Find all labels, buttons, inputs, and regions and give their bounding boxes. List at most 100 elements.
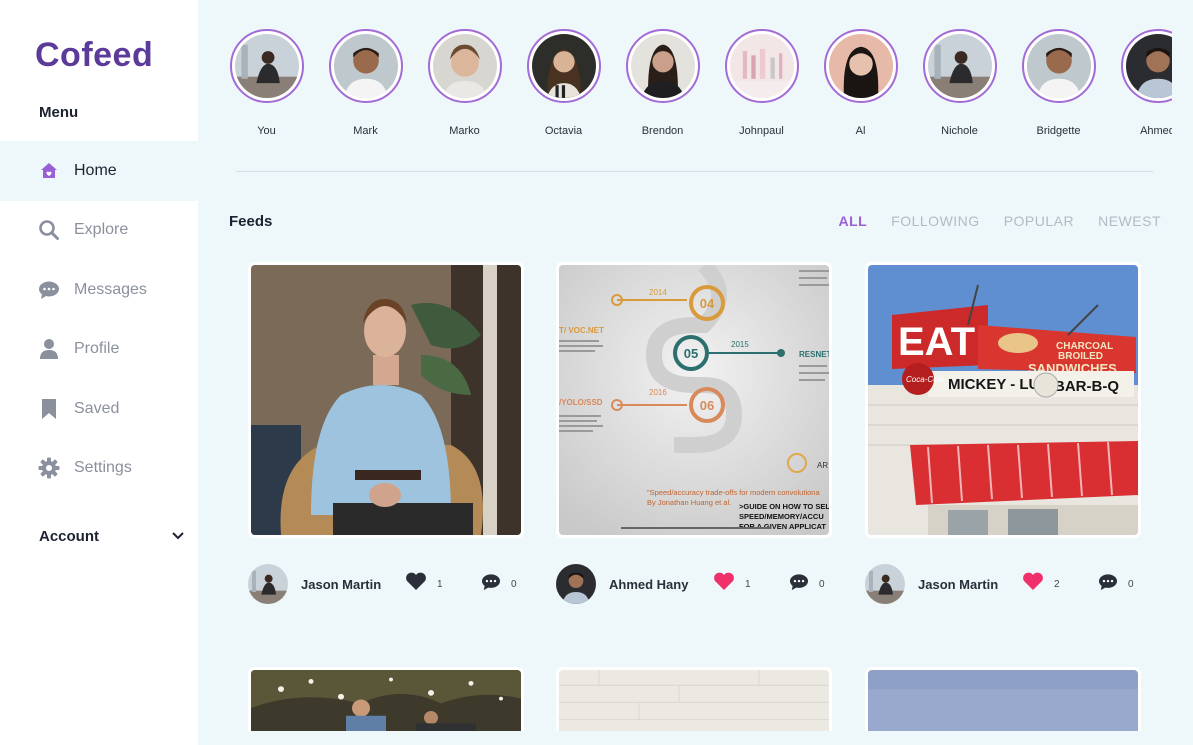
story-item[interactable]: Al	[811, 29, 910, 137]
story-item[interactable]: You	[227, 29, 316, 137]
story-name: Johnpaul	[739, 125, 784, 137]
chat-bubble-icon	[481, 573, 501, 596]
post-card: EAT CHARCOAL BROILED SANDWICHES Coca-Col…	[865, 262, 1141, 538]
post-card	[556, 667, 832, 731]
story-avatar	[234, 34, 299, 98]
step-number: 06	[700, 398, 714, 413]
sidebar-item-label: Home	[74, 161, 117, 179]
author-avatar[interactable]	[556, 564, 596, 604]
sidebar-item-home[interactable]: Home	[0, 141, 198, 201]
story-item[interactable]: Bridgette	[1009, 29, 1108, 137]
post-card	[248, 262, 524, 538]
author-name[interactable]: Jason Martin	[301, 577, 391, 592]
gear-icon	[38, 457, 60, 479]
like-button[interactable]: 1	[713, 572, 775, 596]
chat-bubble-icon	[789, 573, 809, 596]
story-item[interactable]: Octavia	[514, 29, 613, 137]
account-label: Account	[39, 527, 99, 545]
author-name[interactable]: Jason Martin	[918, 577, 1008, 592]
comment-button[interactable]: 0	[1098, 573, 1134, 596]
paper-title: "Speed/accuracy trade-offs for modern co…	[647, 488, 820, 497]
story-ring	[724, 29, 799, 103]
stories-bar: You Mark Marko Octavia Brendon Johnpaul	[227, 29, 1172, 149]
bookmark-icon	[38, 398, 60, 420]
paper-author: By Jonathan Huang et al.	[647, 498, 731, 507]
sidebar-item-label: Profile	[74, 340, 120, 358]
like-button[interactable]: 2	[1022, 572, 1084, 596]
story-item[interactable]: Nichole	[910, 29, 1009, 137]
post-card	[248, 667, 524, 731]
sidebar-item-label: Settings	[74, 459, 132, 477]
story-avatar	[531, 34, 596, 98]
heart-icon	[405, 572, 427, 596]
app-logo[interactable]: Cofeed	[35, 36, 153, 75]
post-meta: Jason Martin 1 0	[248, 564, 528, 604]
post-image[interactable]: 04 2014 05 2015 RESNET 06 2016 T/ VOC.NE…	[559, 265, 829, 535]
story-item[interactable]: Marko	[415, 29, 514, 137]
heart-icon	[713, 572, 735, 596]
story-ring	[922, 29, 997, 103]
comment-count: 0	[1128, 578, 1134, 590]
story-ring	[427, 29, 502, 103]
infographic-label: T/ VOC.NET	[559, 326, 604, 335]
like-count: 2	[1054, 578, 1060, 590]
like-button[interactable]: 1	[405, 572, 467, 596]
chevron-down-icon	[172, 527, 184, 545]
story-name: Octavia	[544, 125, 583, 137]
year-label: 2016	[649, 388, 667, 397]
story-item[interactable]: Ahmed	[1108, 29, 1172, 137]
sidebar-item-saved[interactable]: Saved	[0, 379, 198, 439]
comment-count: 0	[819, 578, 825, 590]
story-name: Brendon	[641, 125, 684, 137]
filter-following[interactable]: FOLLOWING	[891, 213, 980, 229]
sign-eat: EAT	[898, 320, 975, 364]
filter-newest[interactable]: NEWEST	[1098, 213, 1161, 229]
home-icon	[38, 160, 60, 182]
author-avatar[interactable]	[248, 564, 288, 604]
feeds-title: Feeds	[229, 213, 273, 230]
filter-all[interactable]: ALL	[838, 213, 867, 229]
stories-divider	[236, 171, 1153, 172]
post-image[interactable]: EAT CHARCOAL BROILED SANDWICHES Coca-Col…	[868, 265, 1138, 535]
story-ring	[229, 29, 304, 103]
heart-icon	[1022, 572, 1044, 596]
post-card: 04 2014 05 2015 RESNET 06 2016 T/ VOC.NE…	[556, 262, 832, 538]
story-ring	[1021, 29, 1096, 103]
sidebar-item-settings[interactable]: Settings	[0, 439, 198, 499]
story-avatar	[333, 34, 398, 98]
year-label: 2014	[649, 288, 667, 297]
user-icon	[38, 338, 60, 360]
comment-button[interactable]: 0	[481, 573, 517, 596]
comment-button[interactable]: 0	[789, 573, 825, 596]
story-avatar	[1026, 34, 1091, 98]
sidebar-item-label: Messages	[74, 280, 147, 298]
story-item[interactable]: Johnpaul	[712, 29, 811, 137]
post-image[interactable]	[868, 670, 1138, 731]
chat-bubble-icon	[1098, 573, 1118, 596]
infographic-label: /YOLO/SSD	[559, 398, 603, 407]
author-avatar[interactable]	[865, 564, 905, 604]
post-image[interactable]	[251, 670, 521, 731]
guide-text: FOR A GIVEN APPLICAT	[739, 522, 826, 531]
story-ring	[526, 29, 601, 103]
sidebar-item-explore[interactable]: Explore	[0, 201, 198, 261]
infographic-label: RESNET	[799, 350, 829, 359]
story-item[interactable]: Mark	[316, 29, 415, 137]
sidebar-item-profile[interactable]: Profile	[0, 320, 198, 380]
account-dropdown[interactable]: Account	[39, 527, 184, 545]
year-label: 2015	[731, 340, 749, 349]
story-name: You	[257, 125, 276, 137]
author-name[interactable]: Ahmed Hany	[609, 577, 699, 592]
post-card	[865, 667, 1141, 731]
post-image[interactable]	[251, 265, 521, 535]
story-ring	[625, 29, 700, 103]
story-avatar	[927, 34, 992, 98]
feed-filters: ALL FOLLOWING POPULAR NEWEST	[838, 213, 1161, 229]
story-item[interactable]: Brendon	[613, 29, 712, 137]
post-meta: Ahmed Hany 1 0	[556, 564, 836, 604]
story-name: Bridgette	[1036, 125, 1081, 137]
filter-popular[interactable]: POPULAR	[1004, 213, 1074, 229]
sidebar-item-label: Explore	[74, 221, 129, 239]
post-image[interactable]	[559, 670, 829, 731]
sidebar-item-messages[interactable]: Messages	[0, 260, 198, 320]
